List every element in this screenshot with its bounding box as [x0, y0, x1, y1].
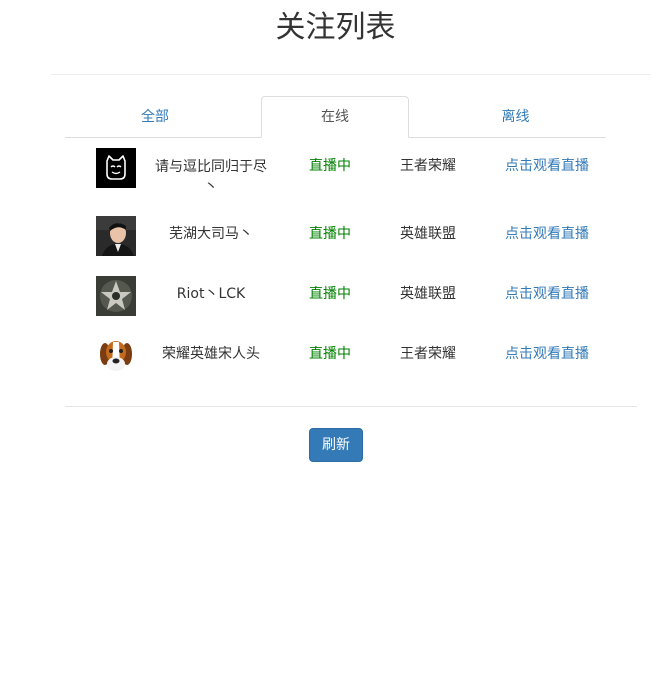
- streamer-name: 荣耀英雄宋人头: [162, 346, 260, 362]
- watch-live-link[interactable]: 点击观看直播: [496, 224, 598, 244]
- streamer-name: 请与逗比同归于尽丶: [155, 159, 267, 195]
- game-name: 英雄联盟: [400, 286, 456, 302]
- game-name: 英雄联盟: [400, 226, 456, 242]
- game-name: 王者荣耀: [400, 346, 456, 362]
- watch-live-link[interactable]: 点击观看直播: [496, 284, 598, 304]
- top-divider: [51, 74, 651, 75]
- status-tabs: 全部 在线 离线: [65, 96, 606, 138]
- list-item: 荣耀英雄宋人头 直播中 王者荣耀 点击观看直播: [0, 336, 671, 396]
- tab-all[interactable]: 全部: [65, 96, 245, 137]
- live-status: 直播中: [309, 158, 351, 174]
- list-item: Riot丶LCK 直播中 英雄联盟 点击观看直播: [0, 276, 671, 336]
- bottom-divider: [65, 406, 637, 407]
- list-item: 芜湖大司马丶 直播中 英雄联盟 点击观看直播: [0, 216, 671, 276]
- star-logo-avatar: [96, 276, 136, 316]
- watch-live-link[interactable]: 点击观看直播: [496, 156, 598, 176]
- watch-live-link[interactable]: 点击观看直播: [496, 344, 598, 364]
- page-title: 关注列表: [275, 10, 396, 45]
- game-name: 王者荣耀: [400, 158, 456, 174]
- live-status: 直播中: [309, 346, 351, 362]
- live-status: 直播中: [309, 226, 351, 242]
- cat-face-avatar: [96, 148, 136, 188]
- man-portrait-avatar: [96, 216, 136, 256]
- tab-offline[interactable]: 离线: [425, 96, 606, 137]
- live-status: 直播中: [309, 286, 351, 302]
- beagle-dog-avatar: [96, 336, 136, 376]
- refresh-button[interactable]: 刷新: [309, 428, 363, 462]
- tab-online[interactable]: 在线: [261, 96, 409, 138]
- list-item: 请与逗比同归于尽丶 直播中 王者荣耀 点击观看直播: [0, 148, 671, 208]
- streamer-name: 芜湖大司马丶: [169, 226, 253, 242]
- streamer-name: Riot丶LCK: [176, 286, 246, 302]
